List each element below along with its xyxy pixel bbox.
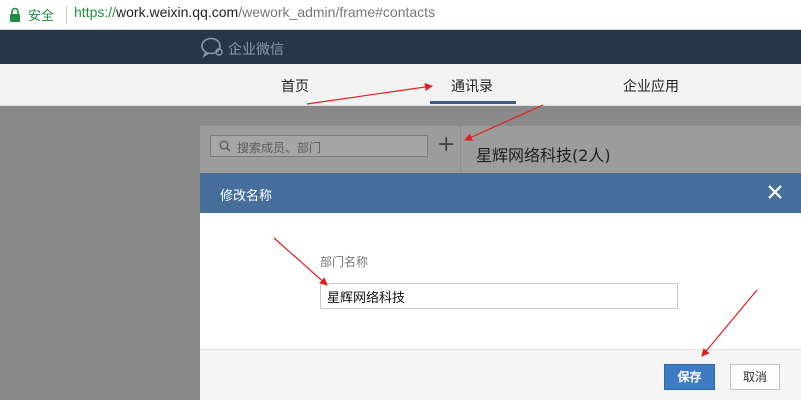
dialog-header: 修改名称 — [200, 173, 801, 213]
department-title: 星辉网络科技(2人) — [476, 146, 611, 165]
url-text[interactable]: https://work.weixin.qq.com/wework_admin/… — [74, 4, 435, 20]
rename-department-dialog: 修改名称 部门名称 保存 取消 — [200, 173, 801, 400]
active-tab-indicator — [430, 101, 516, 104]
app-header: 企业微信 — [0, 30, 801, 64]
nav-tab-apps[interactable]: 企业应用 — [623, 76, 679, 96]
department-name-input[interactable] — [320, 283, 678, 309]
url-scheme: https:// — [74, 4, 117, 20]
search-icon — [219, 140, 231, 152]
secure-label: 安全 — [28, 9, 55, 24]
department-name-label: 部门名称 — [320, 255, 369, 269]
search-input[interactable]: 搜索成员、部门 — [210, 135, 428, 157]
main-nav: 首页 通讯录 企业应用 — [0, 64, 801, 106]
browser-address-bar[interactable]: 安全 https://work.weixin.qq.com/wework_adm… — [0, 0, 801, 30]
lock-icon — [10, 7, 20, 22]
nav-tab-home[interactable]: 首页 — [281, 76, 309, 96]
add-department-icon[interactable]: + — [437, 134, 455, 156]
nav-tab-contacts[interactable]: 通讯录 — [451, 76, 493, 96]
dialog-title: 修改名称 — [220, 189, 273, 204]
dialog-footer: 保存 取消 — [200, 349, 801, 400]
cancel-button[interactable]: 取消 — [730, 364, 780, 390]
address-separator — [66, 6, 67, 23]
close-icon[interactable] — [767, 184, 783, 200]
url-path: /wework_admin/frame#contacts — [238, 4, 436, 20]
wecom-logo-icon[interactable] — [200, 36, 224, 58]
logo-text[interactable]: 企业微信 — [228, 39, 284, 59]
url-host: work.weixin.qq.com — [116, 4, 239, 20]
search-placeholder: 搜索成员、部门 — [237, 141, 322, 155]
save-button[interactable]: 保存 — [664, 364, 715, 390]
